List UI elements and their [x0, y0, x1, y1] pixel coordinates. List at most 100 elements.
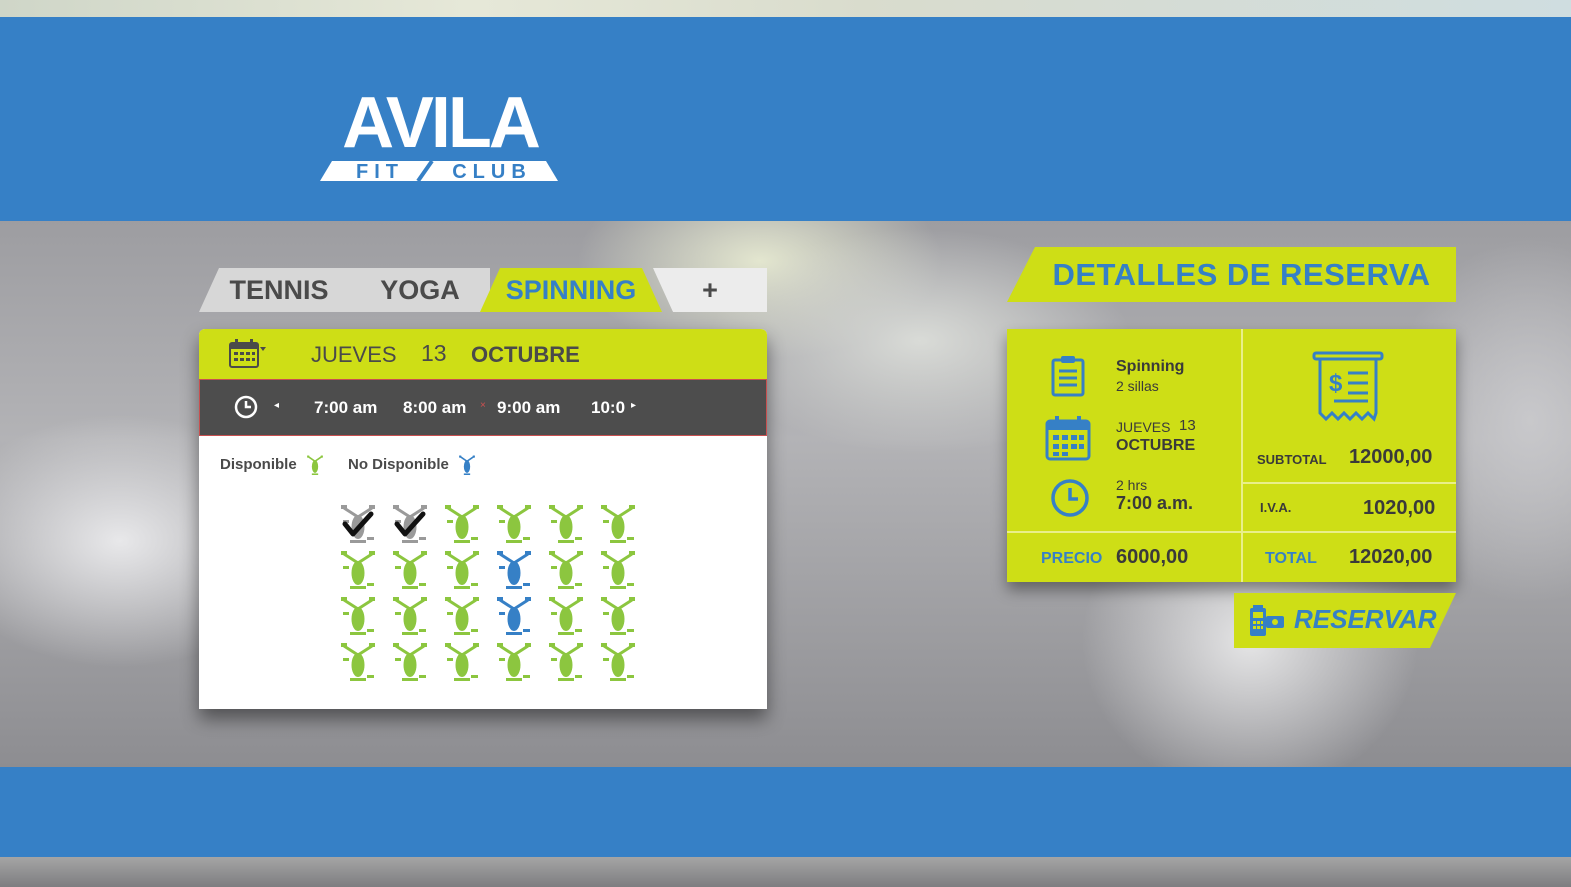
spinning-bike-icon	[341, 597, 375, 635]
seat-available[interactable]	[339, 642, 377, 682]
footer-bar	[0, 767, 1571, 857]
seat-available[interactable]	[495, 504, 533, 544]
tab-spinning[interactable]: SPINNING	[480, 268, 662, 312]
seat-available[interactable]	[339, 596, 377, 636]
spinning-bike-icon	[497, 597, 531, 635]
legend-unavailable: No Disponible	[348, 454, 477, 476]
seat-available[interactable]	[443, 504, 481, 544]
date-bar: JUEVES 13 OCTUBRE	[199, 329, 767, 379]
tab-yoga[interactable]: YOGA	[350, 268, 490, 312]
seat-available[interactable]	[599, 550, 637, 590]
svg-text:FIT: FIT	[356, 161, 404, 183]
spinning-bike-icon	[341, 643, 375, 681]
receipt-icon: $	[1312, 351, 1384, 422]
seat-available[interactable]	[495, 642, 533, 682]
time-slot-8am[interactable]: 8:00 am	[403, 398, 466, 418]
unavailable-bike-icon	[459, 455, 475, 475]
seat-available[interactable]	[547, 550, 585, 590]
time-slot-9am[interactable]: 9:00 am	[497, 398, 560, 418]
seat-available[interactable]	[599, 596, 637, 636]
window-bottom-strip	[0, 857, 1571, 887]
spinning-bike-icon	[445, 597, 479, 635]
available-bike-icon	[306, 455, 323, 475]
detail-seats: 2 sillas	[1116, 378, 1159, 394]
svg-text:AVILA: AVILA	[342, 83, 540, 163]
legend-available: Disponible	[220, 454, 325, 476]
details-divider-bottom	[1007, 531, 1456, 533]
seat-available[interactable]	[339, 550, 377, 590]
time-slot-marker: ×	[480, 400, 486, 411]
spinning-bike-icon	[341, 505, 375, 543]
time-slot-10am[interactable]: 10:0	[591, 398, 625, 418]
svg-text:$: $	[1329, 370, 1343, 397]
total-label: TOTAL	[1265, 550, 1317, 567]
details-title: DETALLES DE RESERVA	[1007, 247, 1456, 302]
tab-yoga-label: YOGA	[380, 274, 460, 305]
seat-available[interactable]	[599, 504, 637, 544]
subtotal-value: 12000,00	[1349, 446, 1433, 468]
spinning-bike-icon	[549, 597, 583, 635]
seat-available[interactable]	[443, 596, 481, 636]
card-terminal-icon	[1250, 605, 1284, 636]
seat-available[interactable]	[443, 550, 481, 590]
time-selector: ◂ 7:00 am 8:00 am × 9:00 am 10:0 ▸	[199, 379, 767, 436]
spinning-bike-icon	[341, 551, 375, 589]
reserve-button[interactable]: RESERVAR	[1234, 593, 1456, 648]
seat-available[interactable]	[547, 596, 585, 636]
tab-add-button[interactable]: +	[653, 268, 767, 312]
seat-available[interactable]	[391, 596, 429, 636]
spinning-bike-icon	[497, 643, 531, 681]
clipboard-icon	[1051, 356, 1085, 397]
details-title-text: DETALLES DE RESERVA	[1052, 256, 1431, 292]
detail-month: OCTUBRE	[1116, 437, 1196, 454]
detail-day: 13	[1179, 417, 1196, 434]
spinning-bike-icon	[393, 505, 427, 543]
detail-activity: Spinning	[1116, 358, 1185, 375]
price-value: 6000,00	[1116, 546, 1189, 568]
details-divider-iva	[1243, 482, 1456, 484]
detail-weekday: JUEVES	[1116, 419, 1171, 435]
iva-value: 1020,00	[1363, 497, 1436, 519]
seat-available[interactable]	[547, 504, 585, 544]
time-slot-7am[interactable]: 7:00 am	[314, 398, 377, 418]
spinning-bike-icon	[393, 597, 427, 635]
date-weekday: JUEVES	[311, 342, 397, 367]
clock-icon	[234, 395, 258, 419]
seat-available[interactable]	[443, 642, 481, 682]
avila-fit-club-logo[interactable]: AVILA FIT CLUB	[320, 69, 560, 185]
seat-unavailable	[495, 596, 533, 636]
spinning-bike-icon	[393, 551, 427, 589]
seat-selected[interactable]	[339, 504, 377, 544]
calendar-detail-icon	[1045, 416, 1091, 461]
time-next-arrow[interactable]: ▸	[631, 400, 636, 411]
spinning-bike-icon	[601, 505, 635, 543]
seat-available[interactable]	[547, 642, 585, 682]
date-day-number: 13	[421, 340, 447, 366]
time-prev-arrow[interactable]: ◂	[274, 400, 279, 411]
clock-detail-icon	[1051, 479, 1089, 517]
spinning-bike-icon	[393, 643, 427, 681]
spinning-bike-icon	[445, 643, 479, 681]
spinning-bike-icon	[601, 643, 635, 681]
iva-label: I.V.A.	[1260, 500, 1292, 515]
spinning-bike-icon	[549, 551, 583, 589]
tab-tennis-label: TENNIS	[229, 274, 329, 305]
spinning-bike-icon	[445, 551, 479, 589]
spinning-bike-icon	[497, 505, 531, 543]
date-month: OCTUBRE	[471, 342, 580, 367]
spinning-bike-icon	[497, 551, 531, 589]
calendar-icon[interactable]	[229, 339, 267, 369]
detail-duration: 2 hrs	[1116, 477, 1148, 493]
tab-tennis[interactable]: TENNIS	[199, 268, 359, 312]
seat-available[interactable]	[391, 550, 429, 590]
legend-available-label: Disponible	[220, 455, 297, 473]
spinning-bike-icon	[549, 643, 583, 681]
seat-selected[interactable]	[391, 504, 429, 544]
window-top-strip	[0, 0, 1571, 17]
spinning-bike-icon	[601, 551, 635, 589]
tab-spinning-label: SPINNING	[505, 274, 637, 305]
seat-available[interactable]	[599, 642, 637, 682]
total-value: 12020,00	[1349, 546, 1433, 568]
seat-available[interactable]	[391, 642, 429, 682]
price-label: PRECIO	[1041, 550, 1103, 567]
